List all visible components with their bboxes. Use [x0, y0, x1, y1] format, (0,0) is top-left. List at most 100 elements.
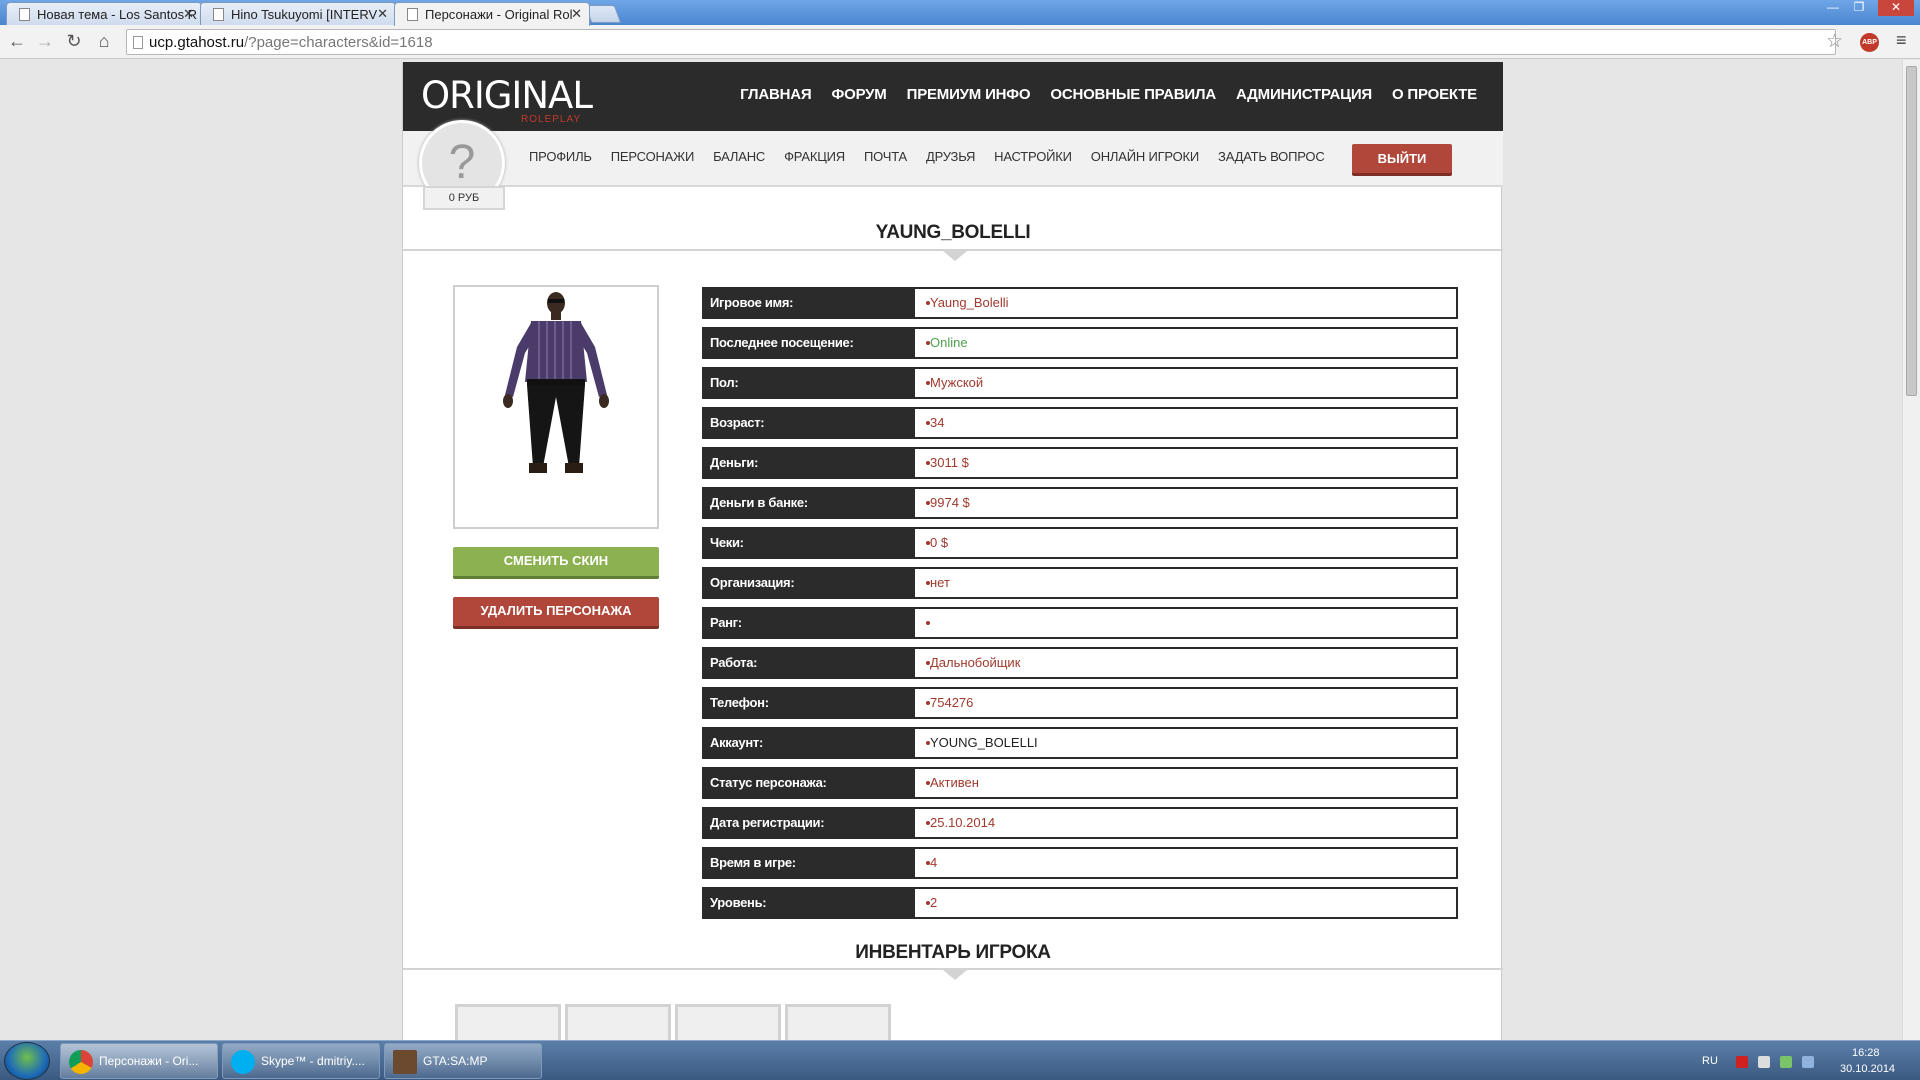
bullet-icon — [926, 621, 930, 625]
taskbar-item-label: GTA:SA:MP — [423, 1054, 488, 1068]
menu-icon[interactable]: ≡ — [1896, 30, 1907, 51]
browser-tab[interactable]: Hino Tsukuyomi [INTERV ✕ — [200, 2, 396, 25]
info-label: Время в игре: — [704, 849, 915, 877]
tray-monitor-icon[interactable] — [1802, 1056, 1814, 1068]
page-content: ORIGINAL ROLEPLAY ГЛАВНАЯ ФОРУМ ПРЕМИУМ … — [402, 62, 1503, 1040]
windows-taskbar: Персонажи - Ori... Skype™ - dmitriy.... … — [0, 1040, 1920, 1080]
nav-about[interactable]: О ПРОЕКТЕ — [1392, 86, 1477, 103]
subnav-characters[interactable]: ПЕРСОНАЖИ — [611, 149, 695, 164]
info-value: 9974 $ — [930, 495, 970, 510]
reload-icon[interactable]: ↻ — [63, 31, 85, 52]
info-label: Игровое имя: — [704, 289, 915, 317]
adblock-icon[interactable]: ABP — [1860, 33, 1879, 52]
info-row: Игровое имя: Yaung_Bolelli — [702, 287, 1458, 319]
taskbar-item-skype[interactable]: Skype™ - dmitriy.... — [222, 1043, 380, 1079]
info-value: 25.10.2014 — [930, 815, 996, 830]
inventory-slot[interactable] — [455, 1004, 561, 1040]
clock-time[interactable]: 16:28 — [1852, 1047, 1880, 1059]
info-row: Время в игре: 4 — [702, 847, 1458, 879]
info-value: Дальнобойщик — [930, 655, 1021, 670]
logout-button[interactable]: ВЫЙТИ — [1352, 144, 1452, 176]
taskbar-item-chrome[interactable]: Персонажи - Ori... — [60, 1043, 218, 1079]
delete-character-button[interactable]: УДАЛИТЬ ПЕРСОНАЖА — [453, 597, 659, 629]
page-viewport: ORIGINAL ROLEPLAY ГЛАВНАЯ ФОРУМ ПРЕМИУМ … — [0, 60, 1902, 1040]
info-label: Телефон: — [704, 689, 915, 717]
page-icon — [407, 8, 418, 21]
site-header: ORIGINAL ROLEPLAY ГЛАВНАЯ ФОРУМ ПРЕМИУМ … — [403, 62, 1503, 131]
inventory-slot[interactable] — [675, 1004, 781, 1040]
character-skin-image — [503, 292, 609, 473]
inventory-slot[interactable] — [565, 1004, 671, 1040]
vertical-scrollbar[interactable] — [1902, 60, 1920, 1040]
divider-arrow-icon — [943, 251, 967, 261]
info-row: Аккаунт: YOUNG_BOLELLI — [702, 727, 1458, 759]
tab-title: Персонажи - Original Rol — [425, 7, 573, 22]
clock-date[interactable]: 30.10.2014 — [1840, 1063, 1895, 1075]
taskbar-item-gta[interactable]: GTA:SA:MP — [384, 1043, 542, 1079]
start-button[interactable] — [4, 1042, 50, 1080]
info-label: Работа: — [704, 649, 915, 677]
url-host: ucp.gtahost.ru — [149, 34, 245, 51]
minimize-icon[interactable]: — — [1820, 0, 1846, 16]
info-value: Активен — [930, 775, 979, 790]
main-nav: ГЛАВНАЯ ФОРУМ ПРЕМИУМ ИНФО ОСНОВНЫЕ ПРАВ… — [740, 86, 1477, 103]
page-icon — [133, 36, 143, 49]
info-row: Чеки: 0 $ — [702, 527, 1458, 559]
nav-rules[interactable]: ОСНОВНЫЕ ПРАВИЛА — [1050, 86, 1216, 103]
close-icon[interactable]: ✕ — [571, 6, 582, 22]
subnav-profile[interactable]: ПРОФИЛЬ — [529, 149, 592, 164]
info-label: Возраст: — [704, 409, 915, 437]
page-icon — [19, 8, 30, 21]
new-tab-button[interactable] — [584, 5, 622, 23]
inventory-slot[interactable] — [785, 1004, 891, 1040]
info-row: Пол: Мужской — [702, 367, 1458, 399]
restore-icon[interactable]: ❐ — [1846, 0, 1872, 16]
site-logo-sub: ROLEPLAY — [521, 114, 582, 125]
subnav-balance[interactable]: БАЛАНС — [713, 149, 765, 164]
skin-preview — [453, 285, 659, 529]
info-value: 2 — [930, 895, 938, 910]
character-name: YAUNG_BOLELLI — [875, 222, 1031, 243]
close-window-icon[interactable]: ✕ — [1878, 0, 1914, 16]
language-indicator[interactable]: RU — [1702, 1055, 1718, 1067]
nav-admin[interactable]: АДМИНИСТРАЦИЯ — [1236, 86, 1372, 103]
info-row: Телефон: 754276 — [702, 687, 1458, 719]
nav-home[interactable]: ГЛАВНАЯ — [740, 86, 812, 103]
close-icon[interactable]: ✕ — [377, 6, 388, 22]
network-icon[interactable] — [1780, 1056, 1792, 1068]
change-skin-button[interactable]: СМЕНИТЬ СКИН — [453, 547, 659, 579]
subnav-friends[interactable]: ДРУЗЬЯ — [926, 149, 975, 164]
close-icon[interactable]: ✕ — [183, 6, 194, 22]
forward-icon[interactable]: → — [34, 31, 56, 52]
info-value: 34 — [930, 415, 945, 430]
info-label: Деньги в банке: — [704, 489, 915, 517]
info-value: 754276 — [930, 695, 974, 710]
info-value: 0 $ — [930, 535, 949, 550]
subnav-mail[interactable]: ПОЧТА — [864, 149, 907, 164]
subnav-online[interactable]: ОНЛАЙН ИГРОКИ — [1091, 149, 1199, 164]
info-label: Последнее посещение: — [704, 329, 915, 357]
subnav-settings[interactable]: НАСТРОЙКИ — [994, 149, 1072, 164]
site-logo[interactable]: ORIGINAL — [421, 74, 593, 117]
back-icon[interactable]: ← — [6, 31, 28, 52]
url-path: /?page=characters&id=1618 — [244, 34, 433, 51]
browser-tab-bar: Новая тема - Los Santos R ✕ Hino Tsukuyo… — [0, 0, 1920, 26]
tray-app-icon[interactable] — [1736, 1056, 1748, 1068]
bookmark-star-icon[interactable]: ☆ — [1826, 30, 1843, 53]
info-value: 3011 $ — [930, 455, 969, 470]
character-info-table: Игровое имя: Yaung_Bolelli Последнее посещ… — [702, 287, 1458, 927]
balance-badge: 0 РУБ — [423, 186, 505, 210]
divider-arrow-icon — [943, 970, 967, 980]
scrollbar-thumb[interactable] — [1906, 66, 1917, 396]
volume-icon[interactable] — [1758, 1056, 1770, 1068]
address-bar[interactable]: ucp.gtahost.ru/?page=characters&id=1618 — [126, 29, 1836, 55]
home-icon[interactable]: ⌂ — [93, 31, 115, 52]
subnav-faction[interactable]: ФРАКЦИЯ — [784, 149, 845, 164]
browser-tab[interactable]: Новая тема - Los Santos R ✕ — [6, 2, 202, 25]
info-label: Уровень: — [704, 889, 915, 917]
subnav-ask[interactable]: ЗАДАТЬ ВОПРОС — [1218, 149, 1325, 164]
nav-premium[interactable]: ПРЕМИУМ ИНФО — [907, 86, 1031, 103]
nav-forum[interactable]: ФОРУМ — [832, 86, 887, 103]
info-label: Дата регистрации: — [704, 809, 915, 837]
browser-tab-active[interactable]: Персонажи - Original Rol ✕ — [394, 2, 590, 26]
